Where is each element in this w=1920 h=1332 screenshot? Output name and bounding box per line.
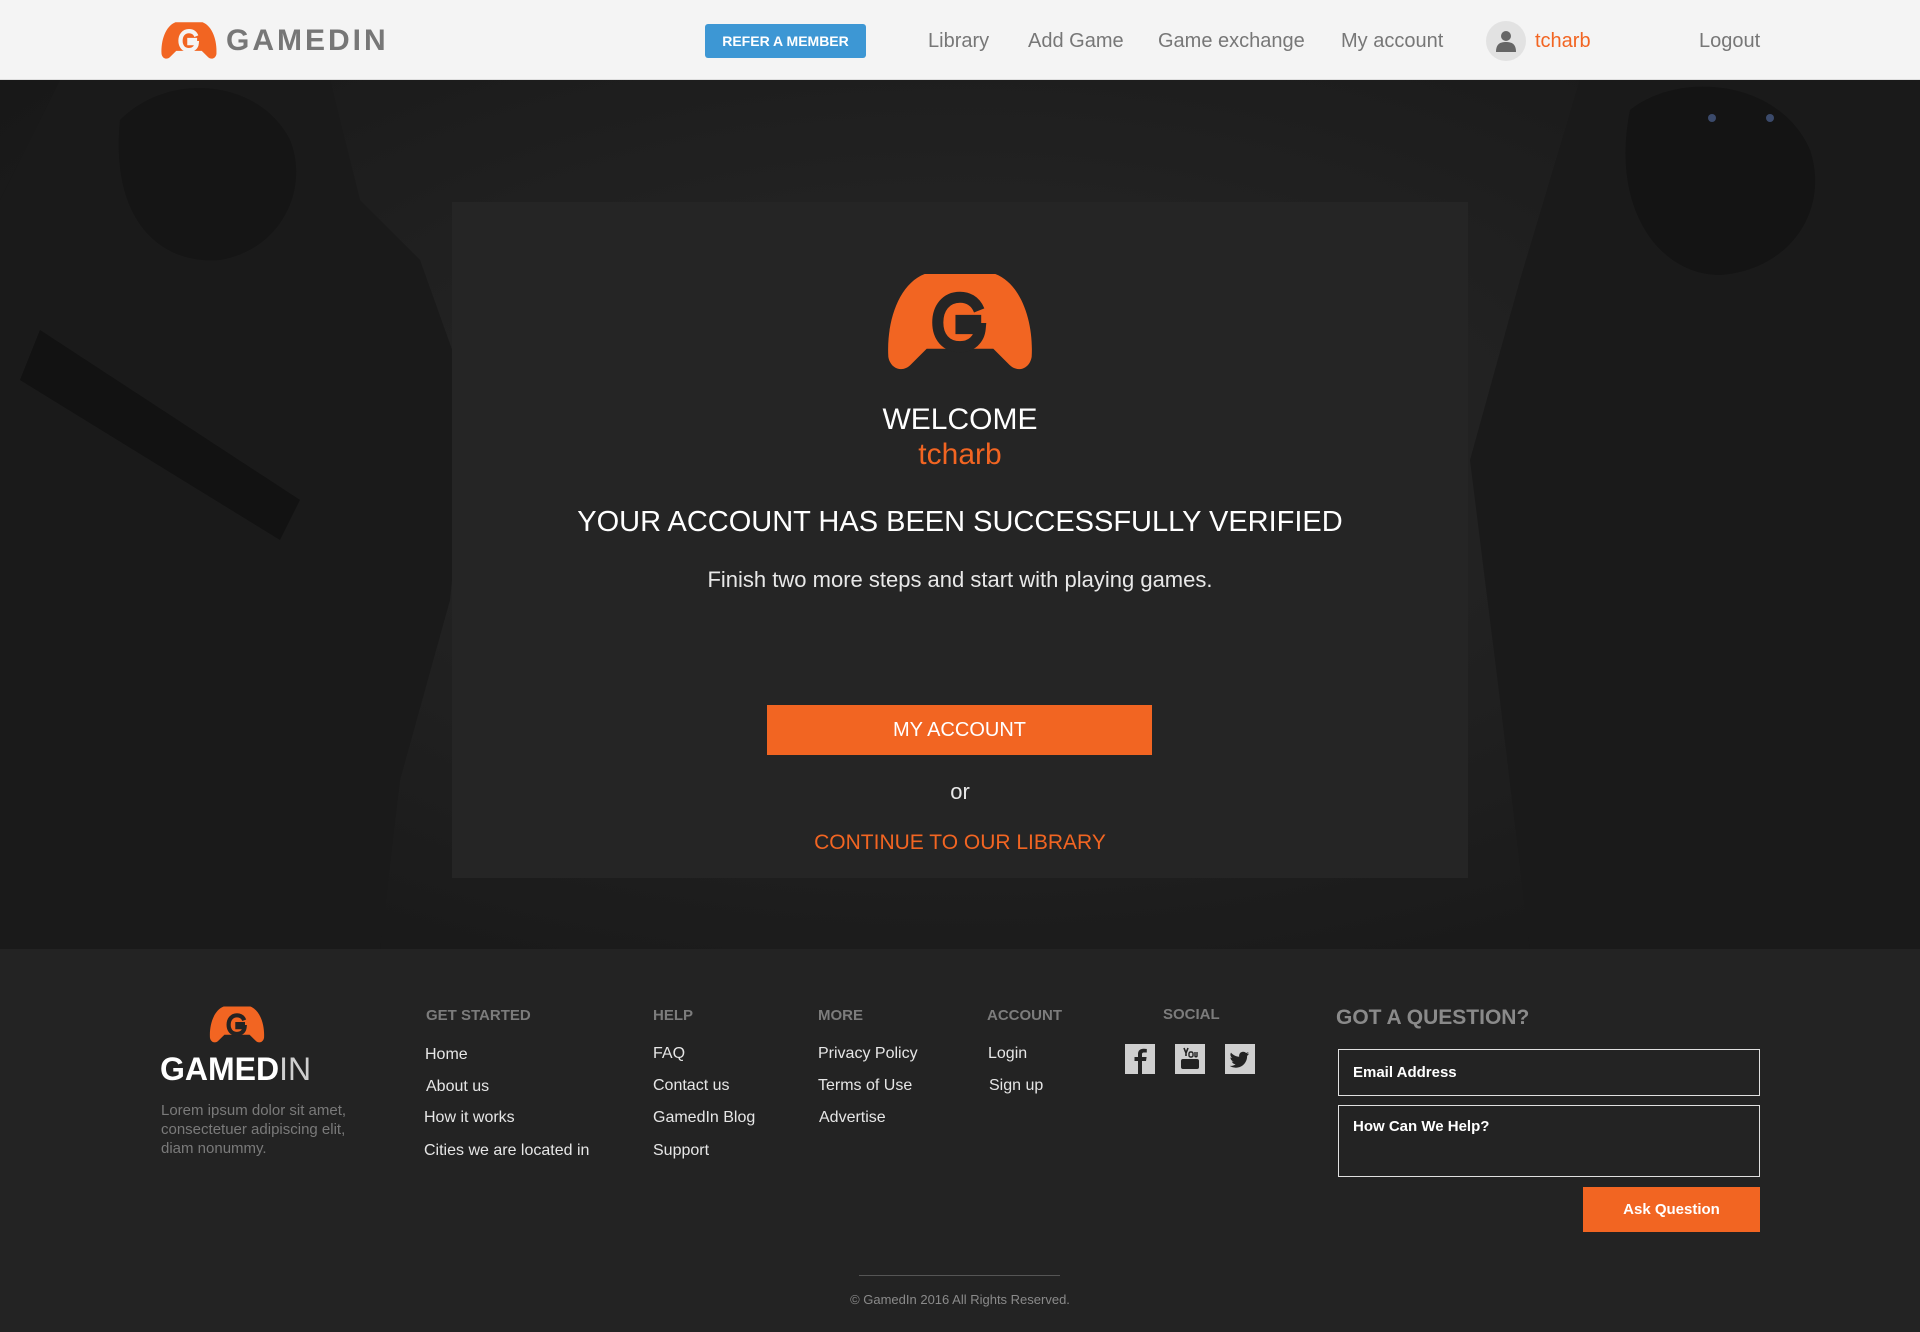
logout-link[interactable]: Logout — [1699, 29, 1760, 53]
or-separator: or — [950, 779, 970, 804]
footer-brand-main: GAMED — [160, 1051, 280, 1087]
footer-heading-help: HELP — [653, 1007, 694, 1024]
footer-link-contact[interactable]: Contact us — [653, 1076, 729, 1096]
footer-link-blog[interactable]: GamedIn Blog — [653, 1108, 755, 1128]
footer-heading-more: MORE — [818, 1007, 863, 1024]
footer-brand-in: IN — [279, 1051, 312, 1087]
welcome-heading: WELCOME — [882, 403, 1038, 436]
nav-my-account[interactable]: My account — [1341, 29, 1443, 53]
brand-name: GAMEDIN — [226, 24, 389, 57]
steps-subtext: Finish two more steps and start with pla… — [707, 567, 1213, 592]
gamedin-logo-icon — [161, 22, 217, 59]
welcome-username: tcharb — [918, 438, 1002, 471]
hero-background: WELCOME tcharb YOUR ACCOUNT HAS BEEN SUC… — [0, 80, 1920, 949]
footer-link-privacy[interactable]: Privacy Policy — [818, 1044, 918, 1064]
copyright-text: © GamedIn 2016 All Rights Reserved. — [850, 1292, 1070, 1307]
soldier-silhouette-image — [0, 80, 470, 949]
footer: GAMEDIN Lorem ipsum dolor sit amet, cons… — [0, 949, 1920, 1332]
top-navbar: GAMEDIN REFER A MEMBER Library Add Game … — [0, 0, 1920, 80]
footer-brand-name: GAMEDIN — [160, 1049, 311, 1089]
continue-library-link[interactable]: CONTINUE TO OUR LIBRARY — [452, 830, 1468, 856]
avatar[interactable] — [1486, 21, 1526, 61]
brand-logo[interactable]: GAMEDIN — [160, 20, 389, 62]
gamedin-logo-icon — [209, 1006, 265, 1043]
footer-description: Lorem ipsum dolor sit amet, consectetuer… — [161, 1102, 347, 1157]
my-account-button[interactable]: MY ACCOUNT — [767, 705, 1152, 755]
twitter-glyph-icon — [1229, 1051, 1249, 1068]
user-icon — [1496, 31, 1516, 52]
nav-add-game[interactable]: Add Game — [1028, 29, 1124, 53]
footer-link-faq[interactable]: FAQ — [653, 1044, 685, 1064]
footer-link-cities[interactable]: Cities we are located in — [424, 1141, 589, 1161]
gamedin-logo-icon — [888, 274, 1032, 370]
verified-heading: YOUR ACCOUNT HAS BEEN SUCCESSFULLY VERIF… — [577, 506, 1343, 538]
verification-card: WELCOME tcharb YOUR ACCOUNT HAS BEEN SUC… — [452, 202, 1468, 878]
footer-divider — [859, 1275, 1060, 1276]
youtube-glyph-icon — [1181, 1047, 1199, 1069]
footer-link-home[interactable]: Home — [425, 1045, 468, 1065]
header-username[interactable]: tcharb — [1535, 29, 1591, 53]
footer-link-about[interactable]: About us — [426, 1077, 489, 1097]
nav-library[interactable]: Library — [928, 29, 989, 53]
footer-link-support[interactable]: Support — [653, 1141, 709, 1161]
footer-heading-account: ACCOUNT — [987, 1007, 1062, 1024]
footer-heading-get-started: GET STARTED — [426, 1007, 531, 1024]
facebook-icon[interactable] — [1125, 1044, 1155, 1074]
footer-link-signup[interactable]: Sign up — [989, 1076, 1043, 1096]
footer-heading-social: SOCIAL — [1163, 1006, 1220, 1023]
footer-link-terms[interactable]: Terms of Use — [818, 1076, 912, 1096]
youtube-icon[interactable] — [1175, 1044, 1205, 1074]
facebook-glyph-icon — [1134, 1048, 1147, 1074]
footer-link-login[interactable]: Login — [988, 1044, 1027, 1064]
footer-link-advertise[interactable]: Advertise — [819, 1108, 886, 1128]
twitter-icon[interactable] — [1225, 1044, 1255, 1074]
footer-link-how-it-works[interactable]: How it works — [424, 1108, 515, 1128]
question-textarea[interactable] — [1338, 1105, 1760, 1177]
question-heading: GOT A QUESTION? — [1336, 1006, 1530, 1029]
refer-member-button[interactable]: REFER A MEMBER — [705, 24, 866, 58]
email-field[interactable] — [1338, 1049, 1760, 1096]
ask-question-button[interactable]: Ask Question — [1583, 1187, 1760, 1232]
nav-game-exchange[interactable]: Game exchange — [1158, 29, 1305, 53]
warrior-silhouette-image — [1470, 80, 1920, 949]
